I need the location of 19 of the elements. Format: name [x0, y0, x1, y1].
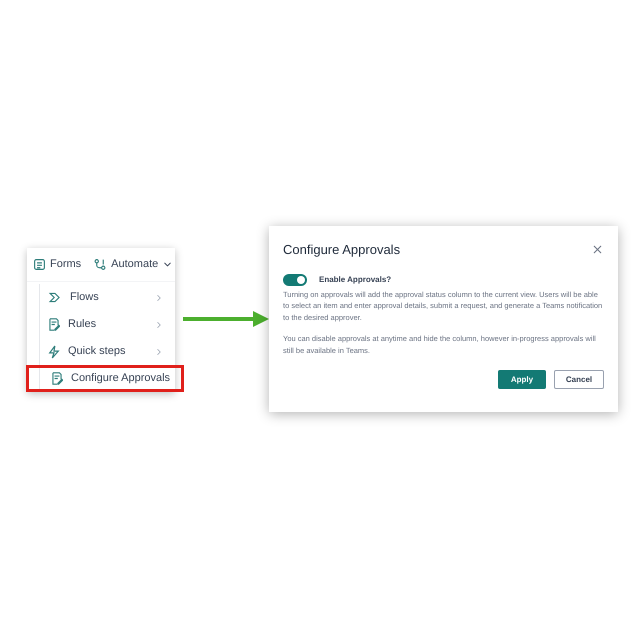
menu-item[interactable]: Flows — [40, 284, 174, 311]
toggle-label: Enable Approvals? — [319, 274, 392, 286]
cancel-button[interactable]: Cancel — [554, 370, 604, 389]
dialog-title: Configure Approvals — [283, 241, 400, 259]
form-icon — [33, 258, 46, 271]
arrow-icon — [183, 310, 269, 328]
menu-item[interactable]: Configure Approvals — [26, 365, 184, 392]
flow-icon — [93, 258, 108, 271]
menu-item[interactable]: Quick steps — [40, 338, 174, 365]
toggle-switch[interactable] — [283, 274, 307, 286]
close-icon[interactable] — [591, 243, 604, 256]
document-pen-icon — [48, 318, 60, 331]
menu-item[interactable]: Rules — [40, 311, 174, 338]
apply-button[interactable]: Apply — [498, 370, 546, 389]
toolbar-button[interactable]: Forms — [33, 256, 82, 273]
toolbar-button[interactable]: Automate — [93, 256, 174, 273]
document-pen-icon — [51, 372, 63, 385]
lightning-icon — [48, 344, 60, 358]
chevrons-icon — [48, 291, 62, 304]
